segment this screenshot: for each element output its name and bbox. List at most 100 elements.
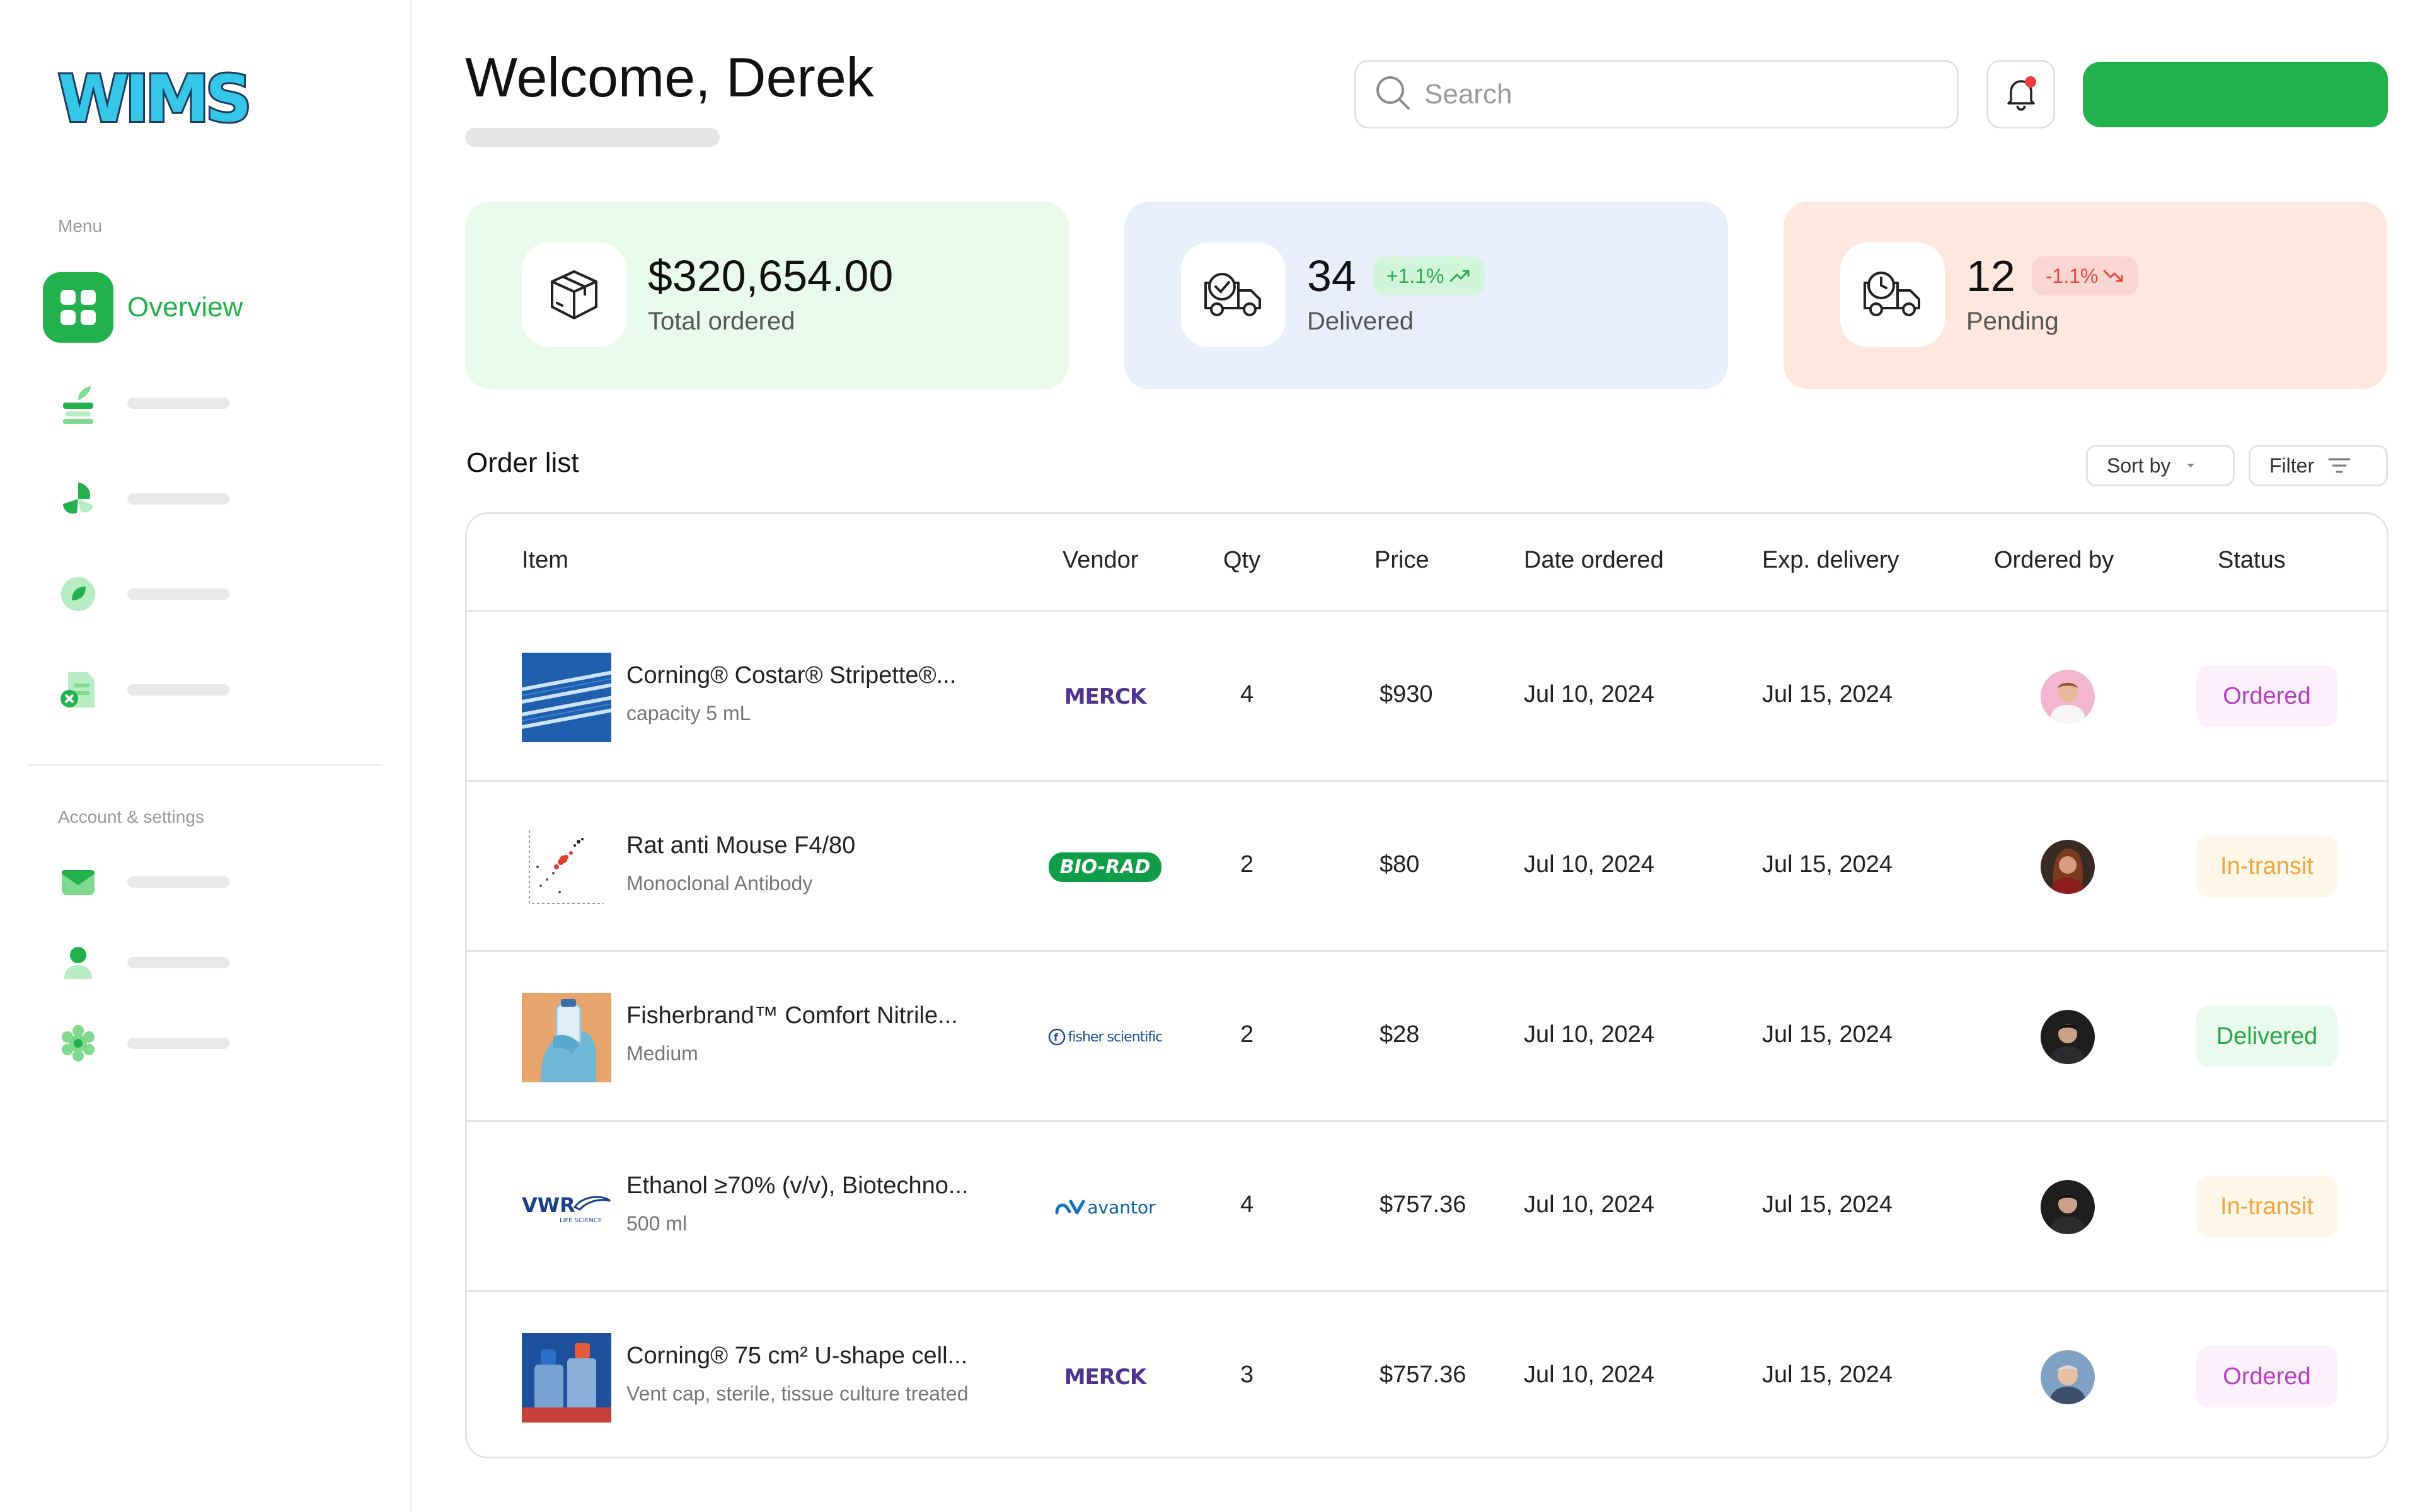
item-name[interactable]: Fisherbrand™ Comfort Nitrile... xyxy=(626,1002,958,1029)
sidebar-item-3[interactable] xyxy=(43,464,383,534)
sidebar: WIMS Menu Overview Account & settings xyxy=(0,0,412,1512)
table-row[interactable]: Fisherbrand™ Comfort Nitrile... Medium f… xyxy=(467,952,2387,1122)
table-row[interactable]: Rat anti Mouse F4/80 Monoclonal Antibody… xyxy=(467,782,2387,952)
qty-cell: 3 xyxy=(1240,1361,1254,1388)
leaf-cluster-icon xyxy=(43,471,113,527)
column-header-price[interactable]: Price xyxy=(1374,547,1429,574)
truck-check-icon xyxy=(1181,243,1286,347)
total-ordered-label: Total ordered xyxy=(648,307,795,335)
stat-card-delivered: 34 +1.1% Delivered xyxy=(1124,202,1728,389)
sidebar-item-settings[interactable] xyxy=(43,1009,383,1078)
pending-label: Pending xyxy=(1966,307,2059,335)
price-cell: $80 xyxy=(1380,851,1420,878)
stat-card-pending: 12 -1.1% Pending xyxy=(1783,202,2387,389)
price-cell: $757.36 xyxy=(1380,1191,1466,1218)
status-badge: Ordered xyxy=(2196,1346,2337,1407)
table-row[interactable]: Corning® Costar® Stripette®... capacity … xyxy=(467,612,2387,782)
avatar[interactable] xyxy=(2041,1010,2095,1064)
stat-card-total-ordered: $320,654.00 Total ordered xyxy=(465,202,1069,389)
sort-by-button[interactable]: Sort by xyxy=(2086,445,2235,486)
qty-cell: 4 xyxy=(1240,1191,1254,1218)
column-header-qty[interactable]: Qty xyxy=(1223,547,1260,574)
trend-down-icon xyxy=(2103,270,2123,282)
bell-icon xyxy=(2002,74,2040,114)
avatar[interactable] xyxy=(2041,840,2095,894)
order-list-title: Order list xyxy=(466,447,579,478)
table-row[interactable]: VWR LIFE SCIENCE Ethanol ≥70% (v/v), Bio… xyxy=(467,1122,2387,1292)
column-header-item[interactable]: Item xyxy=(522,547,568,574)
date-ordered-cell: Jul 10, 2024 xyxy=(1524,851,1655,878)
sidebar-placeholder-bar xyxy=(127,1038,229,1049)
price-cell: $28 xyxy=(1380,1021,1420,1048)
vendor-logo-merck: MERCK xyxy=(1064,1365,1147,1390)
search-box[interactable] xyxy=(1354,60,1959,129)
user-icon xyxy=(43,934,113,991)
price-cell: $757.36 xyxy=(1380,1361,1466,1388)
delivered-trend-badge: +1.1% xyxy=(1372,256,1485,295)
table-row[interactable]: Corning® 75 cm² U-shape cell... Vent cap… xyxy=(467,1292,2387,1457)
avatar[interactable] xyxy=(2041,670,2095,724)
sort-by-label: Sort by xyxy=(2107,454,2171,477)
qty-cell: 4 xyxy=(1240,681,1254,707)
gear-icon xyxy=(43,1015,113,1072)
notifications-button[interactable] xyxy=(1986,60,2055,129)
sidebar-item-5[interactable] xyxy=(43,655,383,724)
account-settings-caption: Account & settings xyxy=(58,807,204,827)
status-badge: In-transit xyxy=(2196,835,2337,897)
sidebar-item-profile[interactable] xyxy=(43,928,383,997)
sidebar-item-4[interactable] xyxy=(43,559,383,629)
item-name[interactable]: Corning® Costar® Stripette®... xyxy=(626,662,956,689)
truck-clock-icon xyxy=(1840,243,1945,347)
total-ordered-value: $320,654.00 xyxy=(648,251,894,301)
product-thumbnail-gloves xyxy=(522,993,611,1082)
date-ordered-cell: Jul 10, 2024 xyxy=(1524,1021,1655,1048)
status-badge: Ordered xyxy=(2196,665,2337,727)
date-ordered-cell: Jul 10, 2024 xyxy=(1524,681,1655,707)
date-ordered-cell: Jul 10, 2024 xyxy=(1524,1361,1655,1388)
filter-button[interactable]: Filter xyxy=(2249,445,2388,486)
avatar[interactable] xyxy=(2041,1180,2095,1234)
search-input[interactable] xyxy=(1424,78,1928,110)
item-detail: 500 ml xyxy=(626,1212,688,1235)
item-name[interactable]: Ethanol ≥70% (v/v), Biotechno... xyxy=(626,1172,969,1200)
spreadsheet-icon xyxy=(43,662,113,718)
sidebar-divider xyxy=(28,764,383,766)
sidebar-item-2[interactable] xyxy=(43,369,383,438)
avatar[interactable] xyxy=(2041,1350,2095,1404)
svg-text:WIMS: WIMS xyxy=(58,62,248,134)
mail-icon xyxy=(43,854,113,910)
qty-cell: 2 xyxy=(1240,1021,1254,1048)
pending-trend-badge: -1.1% xyxy=(2031,256,2139,295)
column-header-status[interactable]: Status xyxy=(2218,547,2286,574)
leaf-circle-icon xyxy=(43,566,113,622)
pending-value: 12 xyxy=(1966,251,2015,301)
item-name[interactable]: Rat anti Mouse F4/80 xyxy=(626,832,855,859)
sidebar-item-overview[interactable]: Overview xyxy=(43,272,383,343)
exp-delivery-cell: Jul 15, 2024 xyxy=(1762,681,1893,707)
delivered-label: Delivered xyxy=(1307,307,1414,335)
column-header-ordered-by[interactable]: Ordered by xyxy=(1994,547,2114,574)
column-header-vendor[interactable]: Vendor xyxy=(1063,547,1138,574)
status-badge: Delivered xyxy=(2196,1005,2337,1067)
qty-cell: 2 xyxy=(1240,851,1254,878)
wims-logo[interactable]: WIMS xyxy=(56,58,265,139)
product-thumbnail-flasks xyxy=(522,1333,611,1423)
menu-caption: Menu xyxy=(58,216,103,236)
grid-icon xyxy=(43,272,113,343)
item-detail: Monoclonal Antibody xyxy=(626,872,813,895)
primary-action-button[interactable] xyxy=(2083,62,2388,127)
vendor-logo-avantor: avantor xyxy=(1047,1188,1163,1226)
sidebar-item-messages[interactable] xyxy=(43,847,383,917)
page-title: Welcome, Derek xyxy=(465,46,874,108)
sidebar-placeholder-bar xyxy=(127,398,229,409)
product-thumbnail-vwr-logo: VWR LIFE SCIENCE xyxy=(522,1163,611,1252)
column-header-exp-delivery[interactable]: Exp. delivery xyxy=(1762,547,1899,574)
exp-delivery-cell: Jul 15, 2024 xyxy=(1762,1191,1893,1218)
sidebar-item-overview-label: Overview xyxy=(127,292,243,323)
item-name[interactable]: Corning® 75 cm² U-shape cell... xyxy=(626,1343,967,1370)
status-badge: In-transit xyxy=(2196,1176,2337,1237)
exp-delivery-cell: Jul 15, 2024 xyxy=(1762,851,1893,878)
column-header-date-ordered[interactable]: Date ordered xyxy=(1524,547,1664,574)
package-icon xyxy=(522,243,626,347)
product-thumbnail-pipettes xyxy=(522,653,611,742)
